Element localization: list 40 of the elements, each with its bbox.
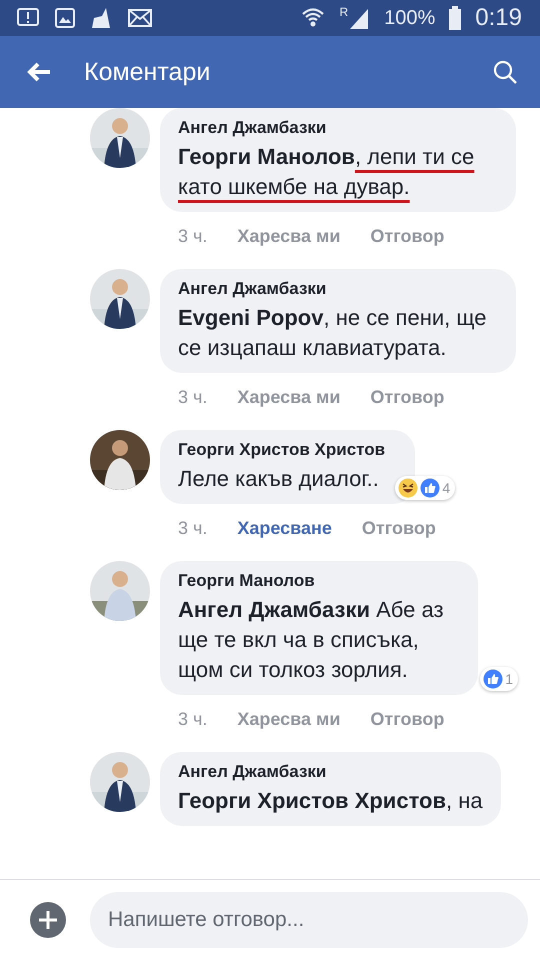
comment-text: Георги Христов Христов, на [178, 787, 483, 815]
comment-time: 3 ч. [178, 518, 208, 539]
reply-link[interactable]: Отговор [370, 709, 444, 730]
laughing-emoji-icon [398, 478, 418, 498]
comment-text: Evgeni Popov, не се пени, ще се изцапаш клавиатурата. [178, 304, 488, 362]
reply-link[interactable]: Отговор [370, 387, 444, 408]
comment-author[interactable]: Ангел Джамбазки [178, 118, 498, 138]
search-button[interactable] [492, 59, 518, 85]
thumbs-up-icon [483, 669, 504, 689]
reaction-badge[interactable]: 1 [480, 667, 518, 691]
page-title: Коментари [84, 58, 212, 86]
comment-text: Ангел Джамбазки Абе аз ще те вкл ча в списъка, щом си толкоз зорлия. [178, 596, 445, 684]
comment-text: Леле какъв диалог.. [178, 465, 380, 493]
like-link[interactable]: Харесва ми [237, 709, 340, 730]
thumbs-up-icon [420, 478, 440, 498]
comment-time: 3 ч. [178, 226, 208, 247]
reply-field[interactable]: Напишете отговор... [90, 892, 528, 948]
mail-icon [128, 8, 152, 28]
like-link[interactable]: Харесва ми [237, 226, 340, 247]
roaming-label: R [339, 5, 348, 19]
comment-time: 3 ч. [178, 709, 208, 730]
comment-author[interactable]: Георги Христов Христов [178, 440, 386, 460]
comment-text: Георги Манолов, лепи ти се като шкембе на дувар. [178, 143, 476, 201]
clock: 0:19 [475, 4, 522, 32]
comment-author[interactable]: Ангел Джамбазки [178, 279, 498, 299]
reaction-badge[interactable]: 4 [395, 476, 456, 500]
like-link[interactable]: Харесване [237, 518, 332, 539]
comment-time: 3 ч. [178, 387, 208, 408]
wifi-icon [301, 7, 326, 29]
battery-level: 100% [384, 6, 436, 30]
add-button[interactable] [30, 902, 66, 938]
reply-link[interactable]: Отговор [370, 226, 444, 247]
comment-author[interactable]: Георги Манолов [178, 571, 448, 591]
back-button[interactable] [26, 61, 52, 83]
like-link[interactable]: Харесва ми [237, 387, 340, 408]
battery-icon [449, 6, 462, 30]
reply-link[interactable]: Отговор [362, 518, 436, 539]
comment-author[interactable]: Ангел Джамбазки [178, 762, 483, 782]
signal-icon [348, 7, 370, 29]
image-icon [54, 7, 76, 29]
